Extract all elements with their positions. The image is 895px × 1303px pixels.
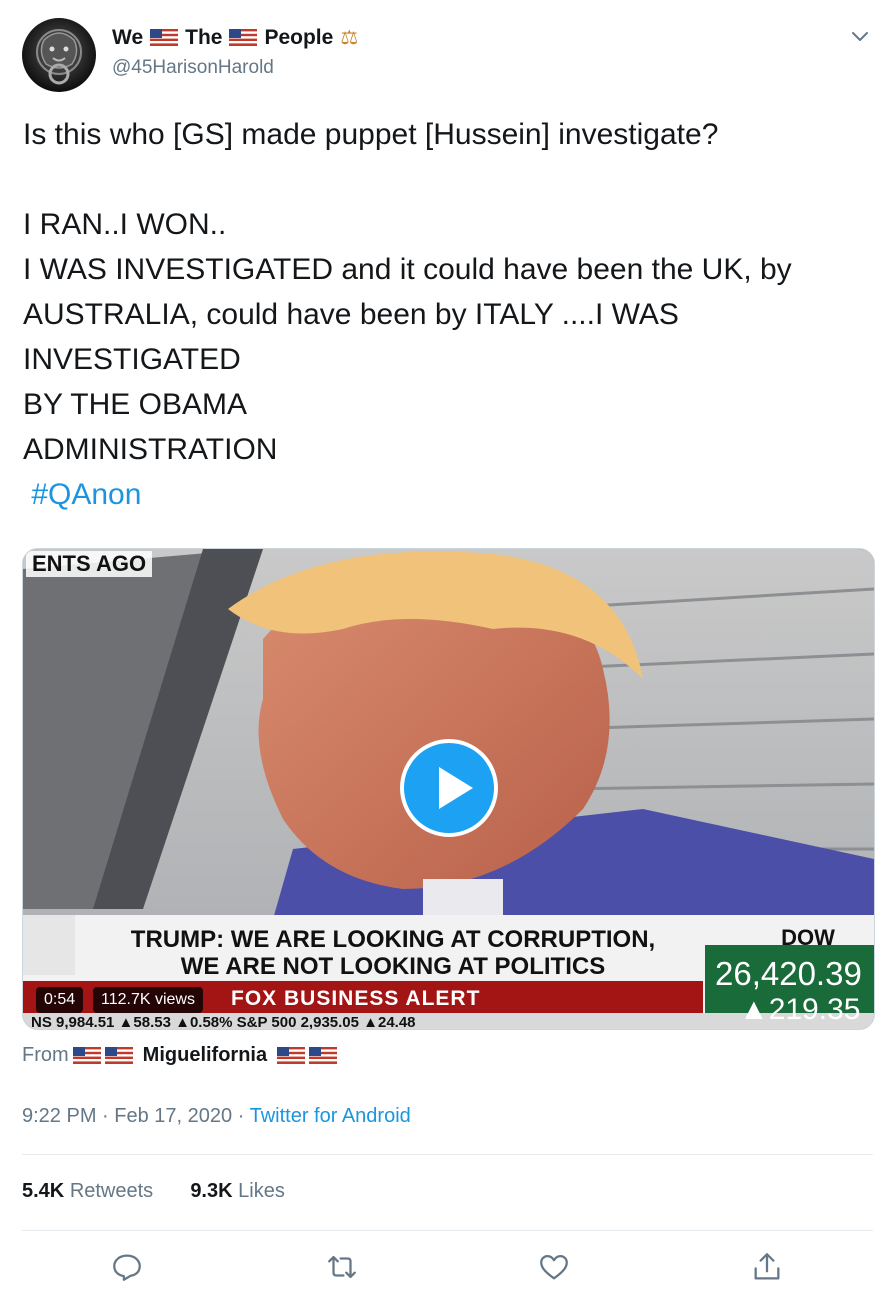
tweet-date[interactable]: Feb 17, 2020 [114, 1105, 232, 1127]
retweets-count: 5.4K [22, 1180, 65, 1202]
likes-label: Likes [238, 1180, 285, 1202]
reply-icon [113, 1254, 141, 1281]
from-prefix: From [22, 1044, 69, 1066]
dow-value: 26,420.39 [715, 955, 862, 992]
tweet-client-link[interactable]: Twitter for Android [250, 1105, 411, 1127]
from-attribution: From Miguelifornia [22, 1044, 338, 1067]
tweet-meta: 9:22 PM · Feb 17, 2020 · Twitter for And… [22, 1105, 411, 1128]
divider [22, 1230, 873, 1231]
retweet-button[interactable] [325, 1250, 359, 1284]
stock-ticker: NS 9,984.51 ▲58.53 ▲0.58% S&P 500 2,935.… [31, 1014, 416, 1030]
us-flag-icon [229, 29, 258, 46]
us-flag-icon [104, 1047, 133, 1064]
share-icon [754, 1253, 780, 1280]
meta-separator: · [237, 1105, 245, 1127]
chyron-line: TRUMP: WE ARE LOOKING AT CORRUPTION, [130, 926, 656, 953]
tweet-text: Is this who [GS] made puppet [Hussein] i… [23, 112, 878, 517]
fox-business-banner: FOX BUSINESS ALERT [231, 987, 481, 1010]
us-flag-icon [277, 1047, 306, 1064]
source-user-name[interactable]: Miguelifornia [143, 1044, 267, 1067]
user-handle[interactable]: @45HarisonHarold [112, 57, 274, 79]
chyron-headline: TRUMP: WE ARE LOOKING AT CORRUPTION, WE … [93, 926, 693, 980]
reply-button[interactable] [110, 1250, 144, 1284]
video-duration: 0:54 [36, 987, 84, 1013]
video-view-count: 112.7K views [93, 987, 203, 1013]
play-button[interactable] [400, 739, 498, 837]
tweet-time[interactable]: 9:22 PM [22, 1105, 96, 1127]
likes-count: 9.3K [190, 1180, 233, 1202]
balance-scale-icon: ⚖ [340, 27, 359, 49]
us-flag-icon [309, 1047, 338, 1064]
like-button[interactable] [537, 1250, 571, 1284]
retweets-label: Retweets [69, 1180, 154, 1202]
tweet-body: Is this who [GS] made puppet [Hussein] i… [23, 118, 792, 466]
display-name-part: The [185, 25, 223, 49]
display-name-part: We [112, 25, 144, 49]
avatar[interactable] [22, 18, 96, 92]
play-icon [439, 767, 473, 809]
display-name-part: People [264, 25, 334, 49]
video-player[interactable]: ENTS AGO TRUMP: WE ARE LOOKING AT CORRUP… [22, 548, 875, 1030]
us-flag-icon [72, 1047, 101, 1064]
chyron-line: WE ARE NOT LOOKING AT POLITICS [180, 953, 606, 980]
hashtag-link[interactable]: #QAnon [31, 478, 141, 511]
dow-change: ▲219.35 [739, 993, 861, 1026]
chevron-down-icon[interactable] [848, 24, 872, 48]
broadcast-corner-label: ENTS AGO [26, 551, 153, 577]
divider [22, 1154, 873, 1155]
display-name[interactable]: We The People ⚖ [112, 25, 358, 50]
retweet-icon [328, 1255, 356, 1279]
engagement-stats: 5.4K Retweets 9.3K Likes [22, 1180, 285, 1203]
lion-door-knocker-icon [36, 29, 82, 85]
meta-separator: · [102, 1105, 109, 1127]
share-button[interactable] [750, 1250, 784, 1284]
dow-label: DOW [781, 925, 835, 950]
like-icon [540, 1254, 568, 1280]
retweets-stat[interactable]: 5.4K Retweets [22, 1180, 153, 1202]
us-flag-icon [150, 29, 179, 46]
likes-stat[interactable]: 9.3K Likes [190, 1180, 285, 1202]
